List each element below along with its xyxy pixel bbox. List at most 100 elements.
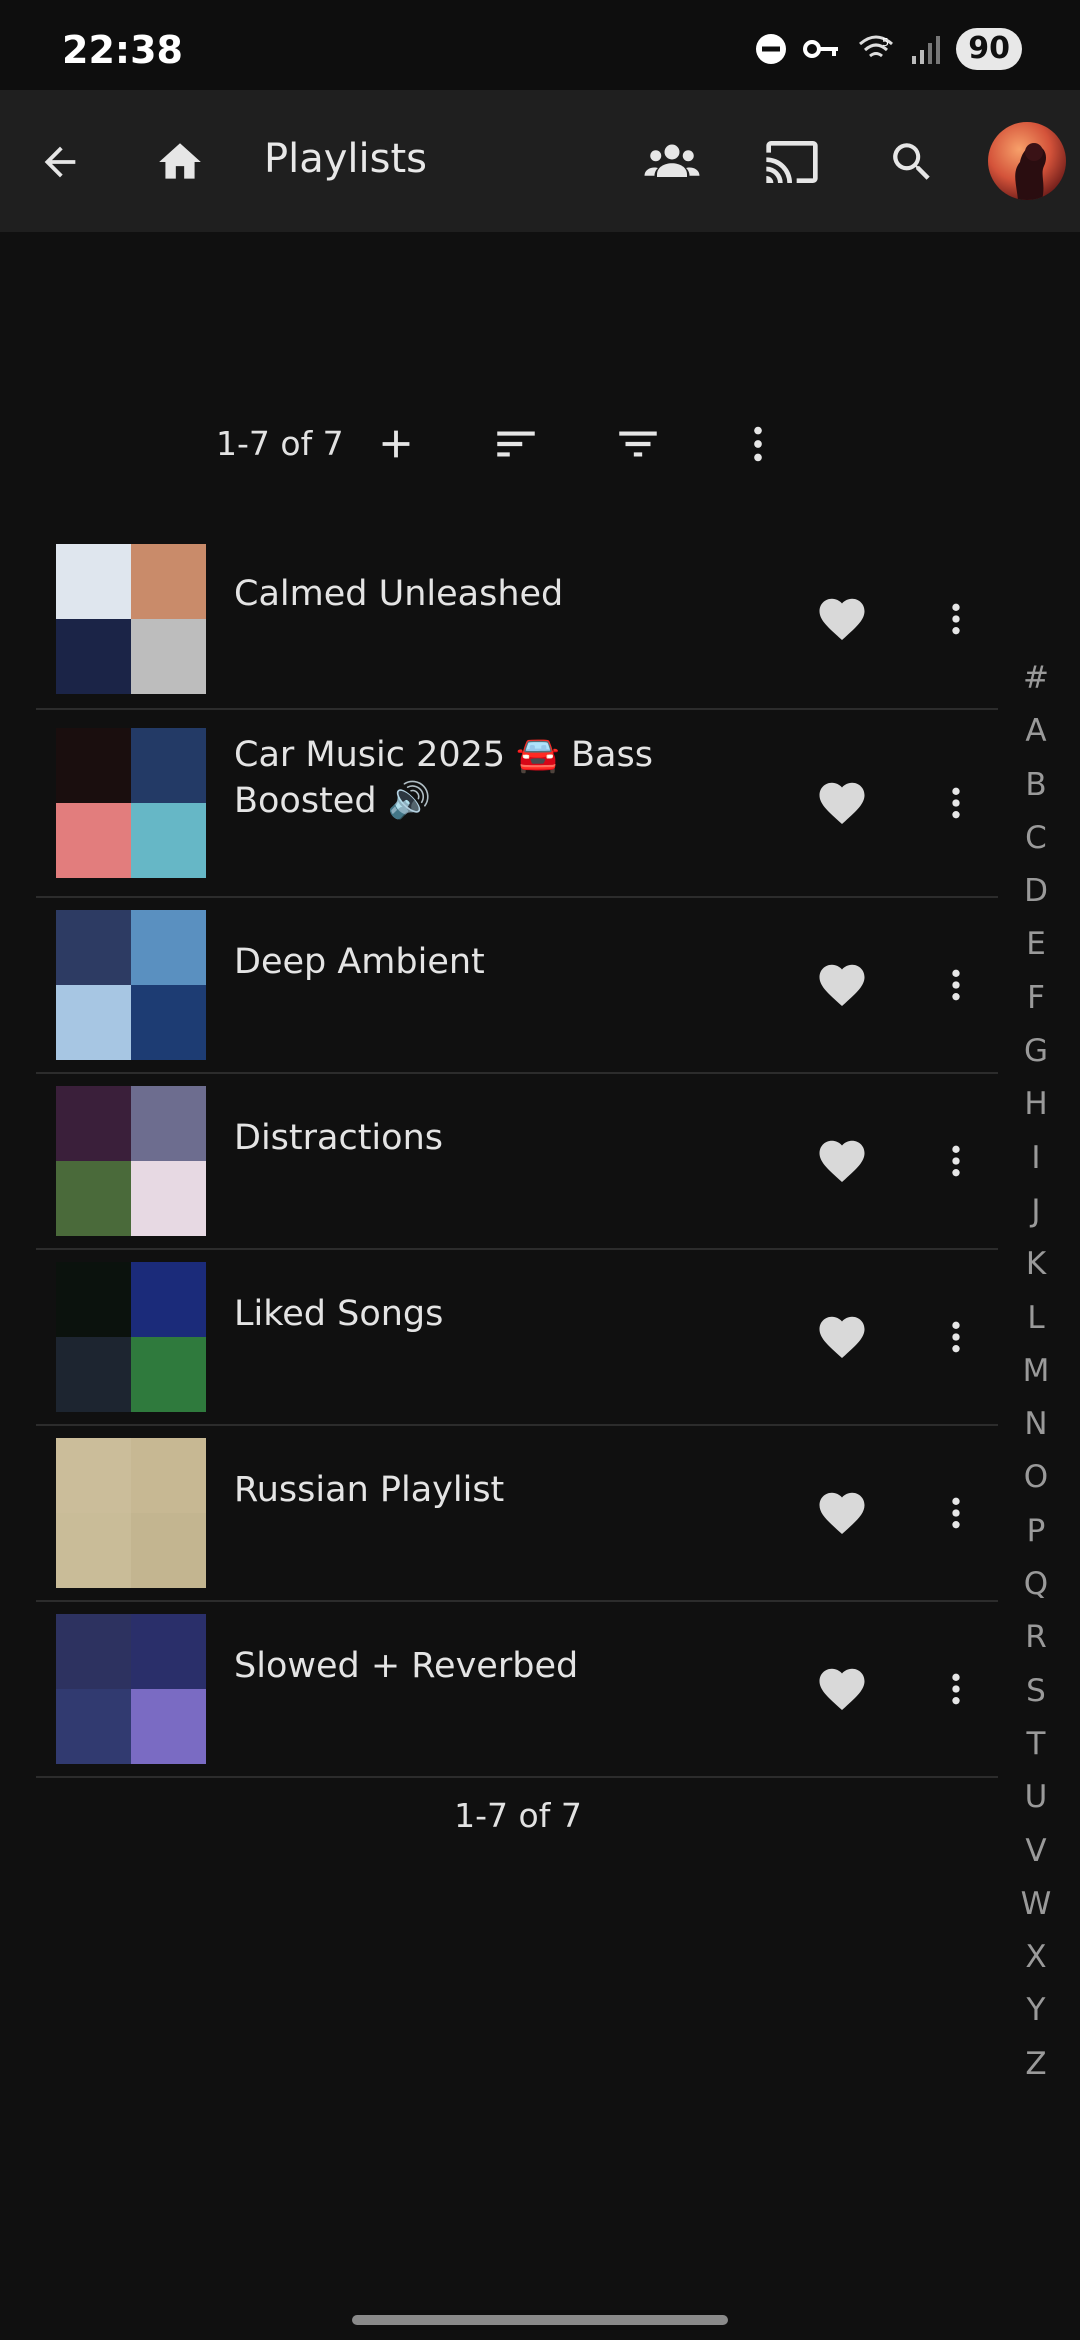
alphabet-letter[interactable]: A bbox=[1008, 705, 1064, 758]
playlist-title[interactable]: Slowed + Reverbed bbox=[234, 1643, 794, 1689]
people-icon[interactable] bbox=[636, 126, 708, 198]
alphabet-letter[interactable]: X bbox=[1008, 1931, 1064, 1984]
playlist-artwork[interactable] bbox=[56, 910, 206, 1060]
playlist-artwork[interactable] bbox=[56, 1438, 206, 1588]
artwork-tile bbox=[131, 1689, 206, 1764]
alphabet-letter[interactable]: W bbox=[1008, 1878, 1064, 1931]
artwork-tile bbox=[56, 1689, 131, 1764]
alphabet-letter[interactable]: U bbox=[1008, 1771, 1064, 1824]
gesture-nav-bar[interactable] bbox=[352, 2315, 728, 2325]
playlist-title[interactable]: Calmed Unleashed bbox=[234, 571, 794, 617]
add-icon[interactable] bbox=[366, 414, 426, 474]
home-icon[interactable] bbox=[144, 126, 216, 198]
playlist-row[interactable]: Russian Playlist bbox=[36, 1426, 998, 1602]
playlist-title[interactable]: Deep Ambient bbox=[234, 939, 794, 985]
list-toolbar: 1-7 of 7 bbox=[0, 400, 1000, 484]
playlist-row[interactable]: Deep Ambient bbox=[36, 898, 998, 1074]
search-icon[interactable] bbox=[876, 126, 948, 198]
item-count-bottom: 1-7 of 7 bbox=[454, 1796, 582, 1835]
alphabet-index: # A B C D E F G H I J K L M N O P Q R S T U V W X Y Z bbox=[1008, 652, 1064, 2091]
playlist-title[interactable]: Car Music 2025 🚘 Bass Boosted 🔊 bbox=[234, 732, 794, 824]
artwork-tile bbox=[131, 1614, 206, 1689]
artwork-tile bbox=[56, 1337, 131, 1412]
artwork-tile bbox=[131, 803, 206, 878]
playlist-artwork[interactable] bbox=[56, 1086, 206, 1236]
playlist-artwork[interactable] bbox=[56, 1614, 206, 1764]
alphabet-letter[interactable]: G bbox=[1008, 1025, 1064, 1078]
alphabet-letter[interactable]: C bbox=[1008, 812, 1064, 865]
artwork-tile bbox=[131, 985, 206, 1060]
alphabet-letter[interactable]: O bbox=[1008, 1451, 1064, 1504]
alphabet-letter[interactable]: N bbox=[1008, 1398, 1064, 1451]
row-more-icon[interactable] bbox=[936, 1133, 976, 1189]
playlist-row[interactable]: Calmed Unleashed bbox=[36, 530, 998, 710]
playlist-title[interactable]: Liked Songs bbox=[234, 1291, 794, 1337]
artwork-tile bbox=[56, 544, 131, 619]
alphabet-letter[interactable]: # bbox=[1008, 652, 1064, 705]
alphabet-letter[interactable]: S bbox=[1008, 1665, 1064, 1718]
alphabet-letter[interactable]: Y bbox=[1008, 1984, 1064, 2037]
artwork-tile bbox=[56, 1086, 131, 1161]
signal-icon bbox=[912, 36, 941, 64]
alphabet-letter[interactable]: Q bbox=[1008, 1558, 1064, 1611]
artwork-tile bbox=[131, 619, 206, 694]
cast-icon[interactable] bbox=[756, 126, 828, 198]
alphabet-letter[interactable]: I bbox=[1008, 1132, 1064, 1185]
alphabet-letter[interactable]: E bbox=[1008, 918, 1064, 971]
playlist-title[interactable]: Russian Playlist bbox=[234, 1467, 794, 1513]
alphabet-letter[interactable]: H bbox=[1008, 1078, 1064, 1131]
row-more-icon[interactable] bbox=[936, 957, 976, 1013]
artwork-tile bbox=[56, 1262, 131, 1337]
row-more-icon[interactable] bbox=[936, 1661, 976, 1717]
alphabet-letter[interactable]: Z bbox=[1008, 2038, 1064, 2091]
favorite-heart-icon[interactable] bbox=[814, 1133, 870, 1189]
alphabet-letter[interactable]: F bbox=[1008, 972, 1064, 1025]
alphabet-letter[interactable]: P bbox=[1008, 1505, 1064, 1558]
playlist-row[interactable]: Liked Songs bbox=[36, 1250, 998, 1426]
favorite-heart-icon[interactable] bbox=[814, 775, 870, 831]
playlist-artwork[interactable] bbox=[56, 544, 206, 694]
favorite-heart-icon[interactable] bbox=[814, 1485, 870, 1541]
alphabet-letter[interactable]: T bbox=[1008, 1718, 1064, 1771]
alphabet-letter[interactable]: R bbox=[1008, 1611, 1064, 1664]
artwork-tile bbox=[56, 1614, 131, 1689]
alphabet-letter[interactable]: B bbox=[1008, 759, 1064, 812]
dnd-icon bbox=[756, 34, 787, 64]
playlist-row[interactable]: Distractions bbox=[36, 1074, 998, 1250]
battery-indicator: 90 bbox=[956, 28, 1022, 70]
artwork-tile bbox=[131, 1262, 206, 1337]
filter-icon[interactable] bbox=[608, 414, 668, 474]
playlist-artwork[interactable] bbox=[56, 1262, 206, 1412]
playlist-title[interactable]: Distractions bbox=[234, 1115, 794, 1161]
favorite-heart-icon[interactable] bbox=[814, 1309, 870, 1365]
status-icons: 5 90 bbox=[754, 28, 1022, 70]
artwork-tile bbox=[56, 985, 131, 1060]
row-more-icon[interactable] bbox=[936, 775, 976, 831]
favorite-heart-icon[interactable] bbox=[814, 1661, 870, 1717]
avatar[interactable] bbox=[988, 122, 1066, 200]
alphabet-letter[interactable]: V bbox=[1008, 1825, 1064, 1878]
playlist-row[interactable]: Slowed + Reverbed bbox=[36, 1602, 998, 1778]
playlist-row[interactable]: Car Music 2025 🚘 Bass Boosted 🔊 bbox=[36, 710, 998, 898]
artwork-tile bbox=[131, 1438, 206, 1513]
artwork-tile bbox=[56, 619, 131, 694]
favorite-heart-icon[interactable] bbox=[814, 957, 870, 1013]
artwork-tile bbox=[131, 1161, 206, 1236]
alphabet-letter[interactable]: K bbox=[1008, 1238, 1064, 1291]
playlist-artwork[interactable] bbox=[56, 728, 206, 878]
more-vert-icon[interactable] bbox=[728, 414, 788, 474]
row-more-icon[interactable] bbox=[936, 591, 976, 647]
artwork-tile bbox=[131, 910, 206, 985]
alphabet-letter[interactable]: M bbox=[1008, 1345, 1064, 1398]
sort-icon[interactable] bbox=[486, 414, 546, 474]
alphabet-letter[interactable]: J bbox=[1008, 1185, 1064, 1238]
wifi-label: 5 bbox=[882, 36, 889, 49]
row-more-icon[interactable] bbox=[936, 1309, 976, 1365]
row-more-icon[interactable] bbox=[936, 1485, 976, 1541]
alphabet-letter[interactable]: D bbox=[1008, 865, 1064, 918]
back-arrow-icon[interactable] bbox=[24, 126, 96, 198]
artwork-tile bbox=[131, 1086, 206, 1161]
artwork-tile bbox=[56, 728, 131, 803]
favorite-heart-icon[interactable] bbox=[814, 591, 870, 647]
alphabet-letter[interactable]: L bbox=[1008, 1292, 1064, 1345]
